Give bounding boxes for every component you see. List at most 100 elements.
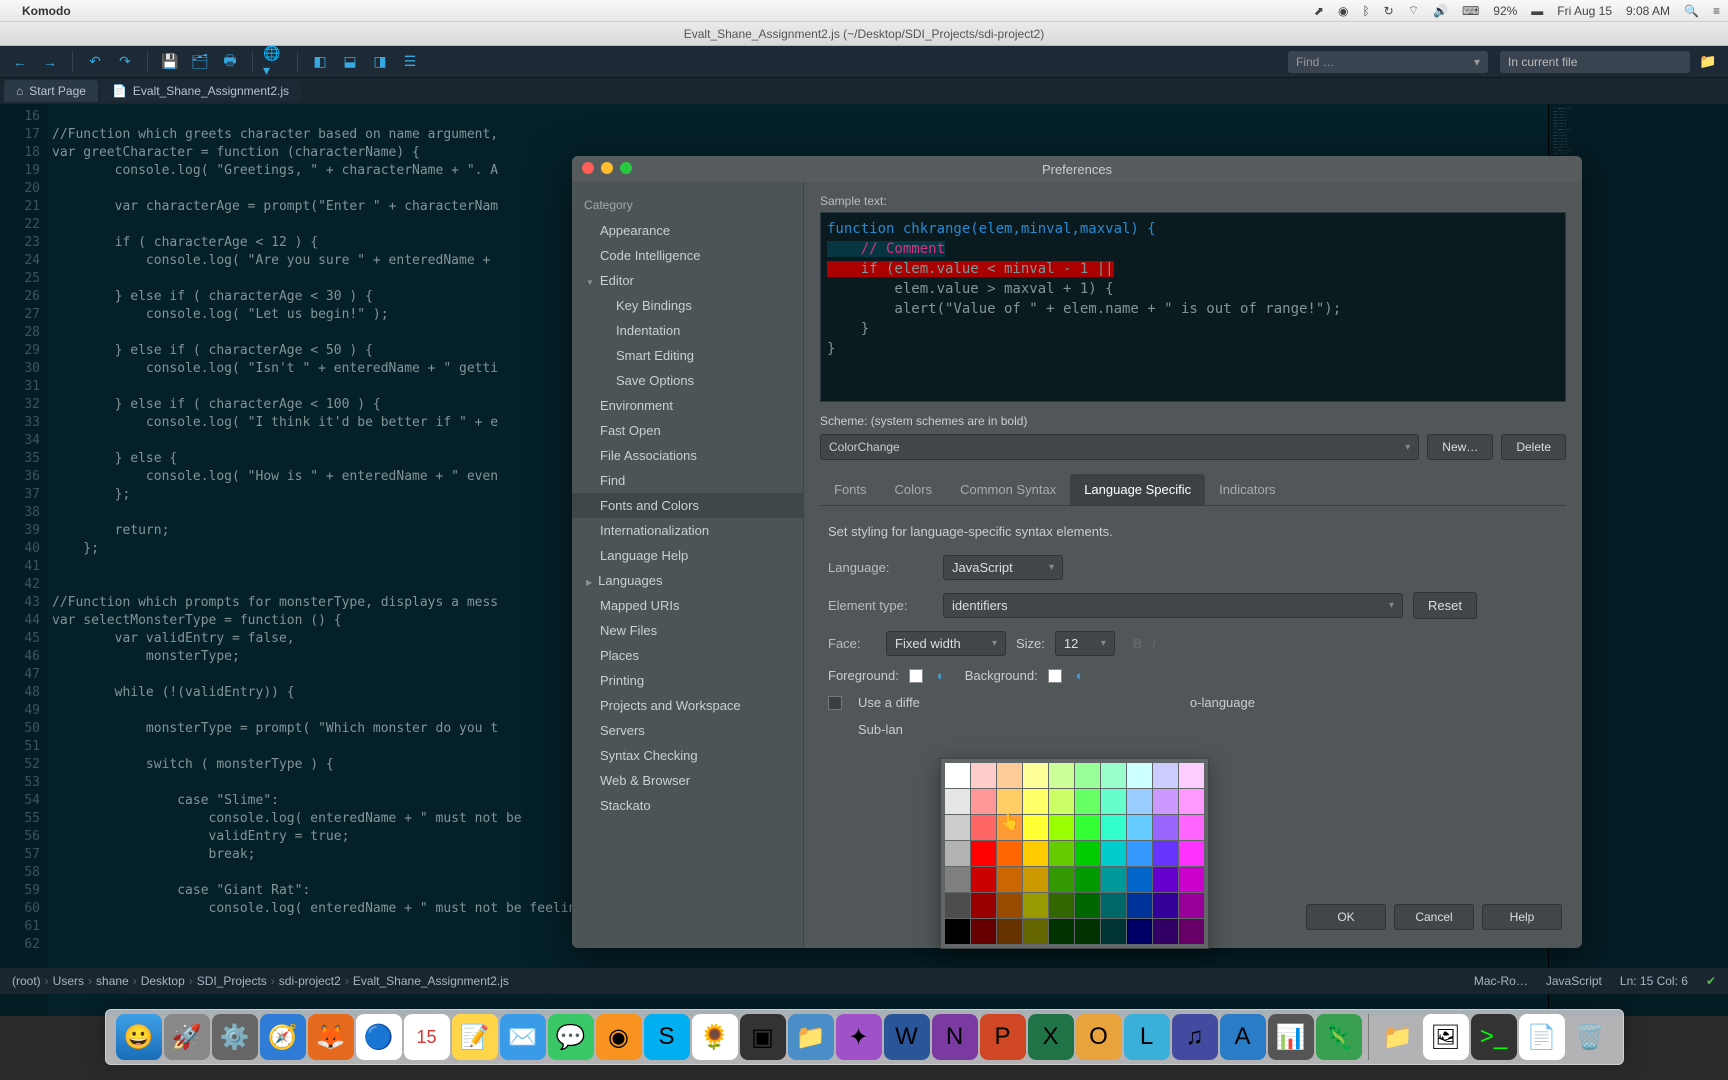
dock-skype-icon[interactable]: S xyxy=(644,1014,690,1060)
language-indicator[interactable]: JavaScript xyxy=(1546,974,1602,988)
category-key-bindings[interactable]: Key Bindings xyxy=(572,293,803,318)
color-swatch[interactable] xyxy=(945,841,970,866)
category-environment[interactable]: Environment xyxy=(572,393,803,418)
dock-mail-icon[interactable]: ✉️ xyxy=(500,1014,546,1060)
size-dropdown[interactable]: 12 xyxy=(1055,631,1115,656)
breadcrumb-item[interactable]: SDI_Projects xyxy=(197,974,267,988)
color-swatch[interactable] xyxy=(1023,815,1048,840)
category-fonts-and-colors[interactable]: Fonts and Colors xyxy=(572,493,803,518)
color-swatch[interactable] xyxy=(1023,763,1048,788)
dock-settings-icon[interactable]: ⚙️ xyxy=(212,1014,258,1060)
breadcrumb-item[interactable]: Users xyxy=(53,974,84,988)
find-scope[interactable]: In current file xyxy=(1500,51,1690,73)
face-dropdown[interactable]: Fixed width xyxy=(886,631,1006,656)
category-languages[interactable]: Languages xyxy=(572,568,803,593)
category-web-&-browser[interactable]: Web & Browser xyxy=(572,768,803,793)
italic-toggle[interactable]: I xyxy=(1152,636,1156,651)
syntax-ok-icon[interactable]: ✔ xyxy=(1706,974,1716,988)
focus-mode-button[interactable]: ☰ xyxy=(398,50,422,74)
cursor-position[interactable]: Ln: 15 Col: 6 xyxy=(1620,974,1688,988)
back-button[interactable]: ← xyxy=(8,50,32,74)
pref-tab-common-syntax[interactable]: Common Syntax xyxy=(946,474,1070,505)
color-swatch[interactable] xyxy=(1101,841,1126,866)
prefs-category-list[interactable]: Category AppearanceCode IntelligenceEdit… xyxy=(572,182,804,948)
category-stackato[interactable]: Stackato xyxy=(572,793,803,818)
panel-bottom-button[interactable]: ⬓ xyxy=(338,50,362,74)
color-swatch[interactable] xyxy=(997,815,1022,840)
category-servers[interactable]: Servers xyxy=(572,718,803,743)
color-swatch[interactable] xyxy=(945,789,970,814)
color-swatch[interactable] xyxy=(1153,919,1178,944)
color-swatch[interactable] xyxy=(1075,789,1100,814)
color-swatch[interactable] xyxy=(1101,763,1126,788)
color-swatch[interactable] xyxy=(997,789,1022,814)
dock-calendar-icon[interactable]: 15 xyxy=(404,1014,450,1060)
color-swatch[interactable] xyxy=(1049,763,1074,788)
color-swatch[interactable] xyxy=(1101,919,1126,944)
new-scheme-button[interactable]: New… xyxy=(1427,434,1493,460)
forward-button[interactable]: → xyxy=(38,50,62,74)
panel-left-button[interactable]: ◧ xyxy=(308,50,332,74)
dock-fullsail-icon[interactable]: ◉ xyxy=(596,1014,642,1060)
timemachine-icon[interactable]: ↻ xyxy=(1384,4,1394,18)
color-swatch[interactable] xyxy=(1049,893,1074,918)
category-code-intelligence[interactable]: Code Intelligence xyxy=(572,243,803,268)
dropbox-icon[interactable]: ⬈ xyxy=(1314,4,1324,18)
pref-tab-fonts[interactable]: Fonts xyxy=(820,474,881,505)
color-swatch[interactable] xyxy=(1153,763,1178,788)
spotlight-icon[interactable]: 🔍 xyxy=(1684,4,1699,18)
color-swatch[interactable] xyxy=(1127,815,1152,840)
help-button[interactable]: Help xyxy=(1482,904,1562,930)
color-swatch[interactable] xyxy=(1153,789,1178,814)
color-swatch[interactable] xyxy=(1049,919,1074,944)
color-swatch[interactable] xyxy=(1101,893,1126,918)
color-swatch[interactable] xyxy=(1075,919,1100,944)
color-swatch[interactable] xyxy=(1127,919,1152,944)
color-swatch[interactable] xyxy=(1075,841,1100,866)
color-swatch[interactable] xyxy=(1101,815,1126,840)
color-swatch[interactable] xyxy=(971,815,996,840)
color-swatch[interactable] xyxy=(997,919,1022,944)
category-language-help[interactable]: Language Help xyxy=(572,543,803,568)
dock-finder-icon[interactable]: 😀 xyxy=(116,1014,162,1060)
color-swatch[interactable] xyxy=(1127,867,1152,892)
panel-right-button[interactable]: ◨ xyxy=(368,50,392,74)
color-swatch[interactable] xyxy=(1049,867,1074,892)
color-swatch[interactable] xyxy=(1127,841,1152,866)
volume-icon[interactable]: 🔊 xyxy=(1433,4,1448,18)
breadcrumb-item[interactable]: shane xyxy=(96,974,129,988)
sublanguage-checkbox[interactable] xyxy=(828,696,842,710)
color-swatch[interactable] xyxy=(1179,789,1204,814)
dock-screenshot-icon[interactable]: 🖼 xyxy=(1423,1014,1469,1060)
dock-terminal2-icon[interactable]: >_ xyxy=(1471,1014,1517,1060)
save-button[interactable]: 💾 xyxy=(158,50,182,74)
color-swatch[interactable] xyxy=(1127,763,1152,788)
color-swatch[interactable] xyxy=(1153,867,1178,892)
color-swatch[interactable] xyxy=(1075,763,1100,788)
color-swatch[interactable] xyxy=(1153,815,1178,840)
dock-chrome-icon[interactable]: 🔵 xyxy=(356,1014,402,1060)
dock-appstore-icon[interactable]: A xyxy=(1220,1014,1266,1060)
category-internationalization[interactable]: Internationalization xyxy=(572,518,803,543)
breadcrumb-item[interactable]: Evalt_Shane_Assignment2.js xyxy=(353,974,509,988)
category-new-files[interactable]: New Files xyxy=(572,618,803,643)
tab-file[interactable]: 📄 Evalt_Shane_Assignment2.js xyxy=(100,80,301,102)
bold-toggle[interactable]: B xyxy=(1133,636,1142,651)
breadcrumb-item[interactable]: sdi-project2 xyxy=(279,974,341,988)
wifi-icon[interactable]: ⌔ xyxy=(1408,3,1419,18)
category-smart-editing[interactable]: Smart Editing xyxy=(572,343,803,368)
menubar-date[interactable]: Fri Aug 15 xyxy=(1557,4,1612,18)
print-button[interactable]: 🖶 xyxy=(218,50,242,74)
dock-safari-icon[interactable]: 🧭 xyxy=(260,1014,306,1060)
foreground-reset-icon[interactable]: ◐ xyxy=(937,668,945,683)
color-swatch[interactable] xyxy=(997,893,1022,918)
color-swatch[interactable] xyxy=(1179,893,1204,918)
undo-button[interactable]: ↶ xyxy=(83,50,107,74)
dock-messages-icon[interactable]: 💬 xyxy=(548,1014,594,1060)
color-swatch[interactable] xyxy=(971,867,996,892)
minimize-window-button[interactable] xyxy=(601,162,613,174)
encoding-indicator[interactable]: Mac-Ro… xyxy=(1474,974,1528,988)
color-swatch[interactable] xyxy=(997,763,1022,788)
zoom-window-button[interactable] xyxy=(620,162,632,174)
color-swatch[interactable] xyxy=(971,763,996,788)
